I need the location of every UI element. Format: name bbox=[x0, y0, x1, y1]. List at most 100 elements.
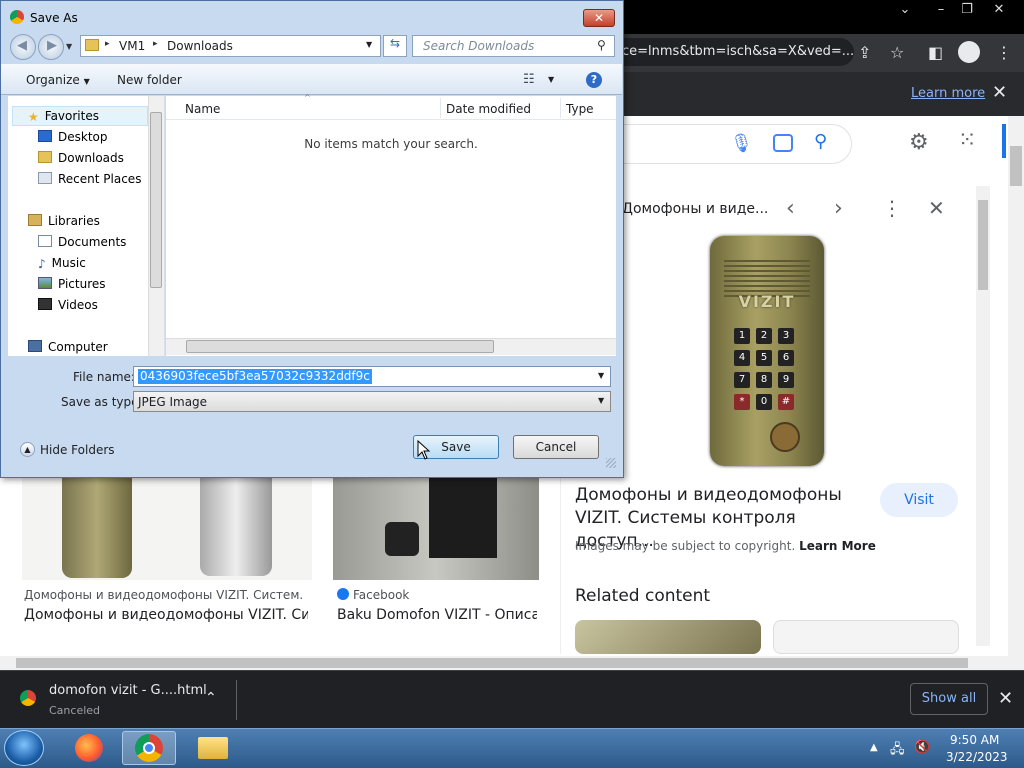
nav-music[interactable]: ♪ Music bbox=[38, 256, 86, 271]
file-hscrollbar-thumb[interactable] bbox=[186, 340, 494, 353]
column-name-header[interactable]: Name bbox=[185, 102, 220, 116]
share-icon[interactable]: ⇪ bbox=[858, 43, 871, 62]
breadcrumb-separator[interactable]: ▸ bbox=[105, 39, 110, 49]
grid-title[interactable]: Baku Domofon VIZIT - Описа... bbox=[337, 607, 537, 623]
lens-camera-icon[interactable] bbox=[773, 134, 793, 152]
grid-source[interactable]: Домофоны и видеодомофоны VIZIT. Систем..… bbox=[24, 588, 304, 602]
column-divider[interactable] bbox=[440, 98, 441, 118]
page-vertical-scrollbar[interactable] bbox=[1008, 116, 1024, 656]
nav-libraries[interactable]: Libraries bbox=[28, 214, 100, 228]
search-downloads-input[interactable]: Search Downloads ⚲ bbox=[412, 35, 615, 57]
menu-kebab-icon[interactable]: ⋮ bbox=[996, 43, 1012, 62]
forward-button[interactable]: ▶ bbox=[38, 34, 64, 60]
download-item-name[interactable]: domofon vizit - G....html bbox=[49, 683, 207, 698]
resize-grip[interactable] bbox=[606, 458, 616, 468]
nav-pictures[interactable]: Pictures bbox=[38, 277, 106, 291]
cancel-button[interactable]: Cancel bbox=[513, 435, 599, 459]
volume-muted-icon[interactable]: 🔇 bbox=[914, 740, 930, 755]
dialog-close-button[interactable]: ✕ bbox=[583, 9, 615, 27]
grid-source[interactable]: Facebook bbox=[353, 588, 533, 602]
panel-scrollbar-thumb[interactable] bbox=[978, 200, 988, 290]
breadcrumb-address[interactable]: ▸ VM1 ▸ Downloads ▼ bbox=[80, 35, 381, 57]
taskbar-chrome[interactable] bbox=[122, 731, 176, 765]
tray-expand-icon[interactable]: ▲ bbox=[870, 742, 878, 753]
column-divider[interactable] bbox=[560, 98, 561, 118]
panel-close-icon[interactable]: ✕ bbox=[928, 196, 945, 220]
copyright-notice: Images may be subject to copyright. Lear… bbox=[575, 539, 876, 553]
save-as-type-select[interactable]: JPEG Image ▼ bbox=[133, 391, 611, 412]
learn-more-link[interactable]: Learn more bbox=[911, 86, 985, 101]
recent-pages-dropdown[interactable]: ▼ bbox=[66, 42, 72, 51]
search-icon[interactable]: ⚲ bbox=[597, 38, 606, 52]
show-all-button[interactable]: Show all bbox=[910, 683, 988, 715]
grid-image[interactable] bbox=[22, 478, 312, 580]
help-icon[interactable]: ? bbox=[586, 72, 602, 88]
column-type-header[interactable]: Type bbox=[566, 102, 594, 116]
nav-downloads[interactable]: Downloads bbox=[38, 151, 124, 165]
intercom-preview-image[interactable]: VIZIT 1 2 3 4 5 6 7 8 9 * 0 # bbox=[710, 236, 824, 466]
refresh-button[interactable]: ⇆ bbox=[383, 35, 407, 57]
infobar-close-icon[interactable]: ✕ bbox=[992, 82, 1007, 103]
grid-title[interactable]: Домофоны и видеодомофоны VIZIT. Сис... bbox=[24, 607, 308, 623]
column-date-header[interactable]: Date modified bbox=[446, 102, 531, 116]
panel-source-title[interactable]: Домофоны и виде... bbox=[622, 201, 768, 217]
visit-button[interactable]: Visit bbox=[880, 483, 958, 517]
url-text[interactable]: ce=lnms&tbm=isch&sa=X&ved=... bbox=[622, 44, 854, 59]
voice-search-icon[interactable]: 🎙 bbox=[730, 133, 753, 154]
next-arrow-icon[interactable]: › bbox=[834, 196, 843, 221]
previous-arrow-icon[interactable]: ‹ bbox=[786, 196, 795, 221]
save-as-type-dropdown-icon[interactable]: ▼ bbox=[598, 396, 604, 405]
sort-ascending-icon: ^ bbox=[304, 93, 311, 102]
bookmark-star-icon[interactable]: ☆ bbox=[890, 43, 904, 62]
taskbar-firefox[interactable] bbox=[62, 731, 116, 765]
nav-desktop[interactable]: Desktop bbox=[38, 130, 108, 144]
back-button[interactable]: ◀ bbox=[10, 34, 36, 60]
apps-grid-icon[interactable]: ⁙ bbox=[958, 128, 976, 153]
page-scrollbar-thumb[interactable] bbox=[1010, 146, 1022, 186]
nav-scrollbar-thumb[interactable] bbox=[150, 112, 162, 288]
file-name-dropdown-icon[interactable]: ▼ bbox=[598, 371, 604, 380]
nav-computer[interactable]: Computer bbox=[28, 340, 108, 354]
nav-videos[interactable]: Videos bbox=[38, 298, 98, 312]
search-icon[interactable]: ⚲ bbox=[814, 131, 827, 152]
file-name-value[interactable]: 0436903fece5bf3ea57032c9332ddf9c bbox=[138, 369, 372, 384]
side-panel-icon[interactable]: ◧ bbox=[928, 43, 943, 62]
new-folder-button[interactable]: New folder bbox=[117, 73, 182, 87]
start-button[interactable] bbox=[4, 730, 44, 766]
browser-close-button[interactable]: ✕ bbox=[984, 0, 1014, 20]
download-shelf-close-icon[interactable]: ✕ bbox=[998, 688, 1013, 709]
profile-avatar-icon[interactable] bbox=[958, 41, 980, 63]
breadcrumb-separator[interactable]: ▸ bbox=[153, 39, 158, 49]
breadcrumb-vm1[interactable]: VM1 bbox=[119, 39, 145, 53]
view-dropdown-icon[interactable]: ▼ bbox=[548, 75, 554, 84]
breadcrumb-downloads[interactable]: Downloads bbox=[167, 39, 233, 53]
restore-button[interactable]: ❐ bbox=[952, 0, 982, 20]
nav-documents[interactable]: Documents bbox=[38, 235, 126, 249]
keypad-thumb bbox=[429, 478, 497, 558]
hide-folders-toggle-icon[interactable]: ▲ bbox=[20, 442, 35, 457]
libraries-icon bbox=[28, 214, 42, 226]
related-thumbnail[interactable] bbox=[773, 620, 959, 654]
column-headers bbox=[166, 96, 616, 120]
copyright-learn-more-link[interactable]: Learn More bbox=[799, 539, 876, 553]
more-options-icon[interactable]: ⋮ bbox=[882, 196, 902, 220]
view-options-icon[interactable]: ☷ bbox=[523, 72, 535, 87]
network-icon[interactable]: 🖧 bbox=[890, 740, 905, 762]
settings-gear-icon[interactable]: ⚙ bbox=[909, 130, 929, 155]
organize-button[interactable]: Organize ▼ bbox=[26, 73, 90, 87]
hide-folders-link[interactable]: Hide Folders bbox=[40, 443, 115, 457]
nav-favorites[interactable]: ★ Favorites bbox=[28, 109, 99, 124]
address-dropdown-icon[interactable]: ▼ bbox=[366, 40, 372, 49]
page-hscrollbar-thumb[interactable] bbox=[16, 658, 968, 668]
file-name-input[interactable]: 0436903fece5bf3ea57032c9332ddf9c ▼ bbox=[133, 366, 611, 387]
clock-date[interactable]: 3/22/2023 bbox=[946, 750, 1008, 764]
nav-recent-places[interactable]: Recent Places bbox=[38, 172, 141, 186]
taskbar-explorer[interactable] bbox=[186, 731, 240, 765]
chevron-down-icon[interactable]: ⌄ bbox=[890, 0, 920, 20]
nav-label: Pictures bbox=[58, 277, 106, 291]
clock-time[interactable]: 9:50 AM bbox=[950, 733, 999, 747]
grid-image[interactable] bbox=[333, 478, 539, 580]
chrome-app-icon bbox=[10, 10, 24, 24]
chevron-up-icon[interactable]: ⌃ bbox=[205, 690, 217, 706]
related-thumbnail[interactable] bbox=[575, 620, 761, 654]
